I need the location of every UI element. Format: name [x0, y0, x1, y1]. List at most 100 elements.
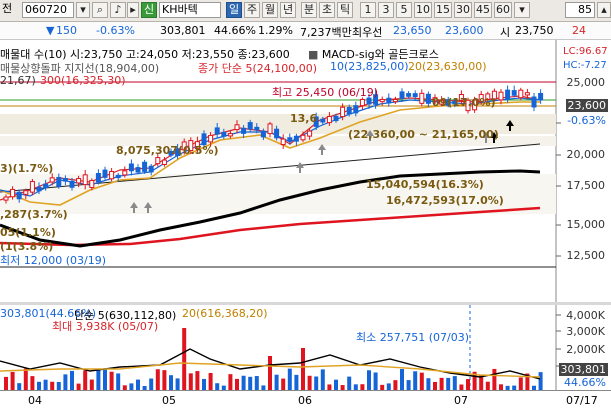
candle-body	[29, 181, 35, 193]
volume-bar	[149, 378, 154, 390]
period-minute-button[interactable]: 분	[301, 2, 317, 18]
minute-5-button[interactable]: 5	[396, 2, 412, 18]
candle-body	[326, 116, 332, 124]
volume-bar	[347, 376, 352, 390]
volume-chart-panel[interactable]: 303,801(44.66%) 단순 5(630,112,80) 20(616,…	[0, 305, 611, 390]
volume-bar	[413, 371, 418, 390]
volume-bar	[320, 369, 325, 390]
candle-body	[247, 122, 253, 130]
annotation-low: 최저 12,000 (03/19)	[0, 254, 107, 267]
candle-body	[82, 174, 88, 186]
volume-bar	[136, 379, 140, 390]
volume-bar	[56, 381, 61, 390]
candle-body	[353, 105, 359, 114]
candle-body	[399, 91, 405, 99]
candle-body	[76, 178, 82, 184]
candle-body	[524, 92, 530, 96]
price-chart-panel[interactable]: 매물대 수(10) 시:23,750 고:24,050 저:23,550 종:2…	[0, 40, 611, 302]
period-second-button[interactable]: 초	[319, 2, 335, 18]
minute-45-button[interactable]: 45	[474, 2, 492, 18]
volume-bar	[103, 368, 107, 390]
volume-bar	[169, 375, 173, 390]
annotation-volume-3: 09(17.0%)	[432, 96, 496, 109]
volume-bar	[439, 377, 444, 390]
volume-bar	[195, 371, 200, 390]
x-label-04: 04	[28, 394, 42, 407]
volume-bar	[182, 328, 187, 390]
x-label-current: 07/17	[566, 394, 598, 407]
candle-body	[254, 126, 260, 131]
volume-bar	[386, 383, 391, 390]
y-label-17500: 17,500	[566, 179, 606, 192]
candle-body	[320, 118, 326, 123]
volume-bar	[492, 368, 497, 390]
candle-body	[538, 92, 544, 101]
candle-body	[62, 178, 68, 182]
volume-bar	[89, 379, 94, 390]
vol-y-label-4000k: 4,000K	[566, 309, 605, 322]
lc-label: LC:96.67	[563, 46, 608, 57]
legend-ma10: 10(23,825,00)	[330, 60, 409, 73]
minute-more-button[interactable]: ▾	[514, 2, 530, 18]
minute-3-button[interactable]: 3	[378, 2, 394, 18]
candle-body	[241, 127, 247, 134]
x-label-06: 06	[298, 394, 312, 407]
volume-bar	[202, 378, 206, 390]
search-icon[interactable]: ⌕	[92, 2, 108, 18]
volume-bar	[50, 381, 55, 390]
candle-body	[56, 176, 62, 187]
menu-arrow-icon[interactable]: ▸	[127, 2, 139, 18]
minute-15-button[interactable]: 15	[434, 2, 452, 18]
period-year-button[interactable]: 년	[280, 2, 296, 18]
candle-body	[102, 169, 108, 178]
annotation-volume-1: 8,075,307(0.5%)	[116, 144, 219, 157]
extra-value: 24	[572, 24, 586, 37]
change-percent: -0.63%	[96, 24, 135, 37]
candle-body	[161, 159, 167, 166]
candle-body	[386, 97, 392, 104]
minute-30-button[interactable]: 30	[454, 2, 472, 18]
candle-body	[49, 177, 55, 183]
count-spin-icon[interactable]: ▴	[597, 2, 611, 18]
volume-bar	[485, 381, 490, 390]
turnover-rate: 1.29%	[258, 24, 293, 37]
change-down-icon: ▼	[46, 24, 55, 37]
volume-bar	[30, 376, 35, 390]
period-tick-button[interactable]: 틱	[337, 2, 353, 18]
candle-body	[406, 93, 412, 97]
candle-body	[511, 90, 517, 96]
period-month-button[interactable]: 월	[262, 2, 278, 18]
volume-bar	[466, 379, 470, 390]
candle-body	[498, 91, 504, 101]
candle-body	[379, 98, 385, 103]
stock-code-input[interactable]: 060720	[22, 2, 74, 18]
speaker-icon[interactable]: ♪	[110, 2, 126, 18]
volume-bar	[248, 376, 253, 390]
last-pct-tag: -0.63%	[567, 114, 606, 127]
candle-body	[43, 183, 49, 189]
annotation-volume-2: 13,6	[290, 112, 318, 125]
count-input[interactable]: 85	[565, 2, 595, 18]
annotation-volume-6: 16,472,593(17.0%)	[386, 194, 504, 207]
minute-1-button[interactable]: 1	[360, 2, 376, 18]
volume-ratio: 44.66%	[214, 24, 256, 37]
volume-bar	[83, 370, 88, 390]
minute-10-button[interactable]: 10	[414, 2, 432, 18]
candle-body	[23, 190, 29, 195]
toolbar: 전 060720 ▾ ⌕ ♪ ▸ 신 KH바텍 일 주 월 년 분 초 틱 1 …	[0, 0, 611, 22]
volume-bar	[109, 371, 114, 390]
minute-60-button[interactable]: 60	[494, 2, 512, 18]
volume-bar	[426, 378, 431, 390]
quote-info-bar: ▼ 150 -0.63% 303,801 44.66% 1.29% 7,237백…	[0, 22, 611, 40]
period-week-button[interactable]: 주	[244, 2, 260, 18]
stock-dropdown-button[interactable]: ▾	[76, 2, 90, 18]
candle-body	[148, 165, 154, 173]
volume-bar	[373, 372, 378, 390]
last-price: 23,750	[515, 24, 554, 37]
change-value: 150	[56, 24, 77, 37]
volume-bar	[446, 377, 451, 390]
candle-body	[142, 161, 148, 172]
candle-body	[155, 157, 161, 165]
period-day-button[interactable]: 일	[226, 2, 242, 18]
y-label-20000: 20,000	[566, 148, 606, 161]
